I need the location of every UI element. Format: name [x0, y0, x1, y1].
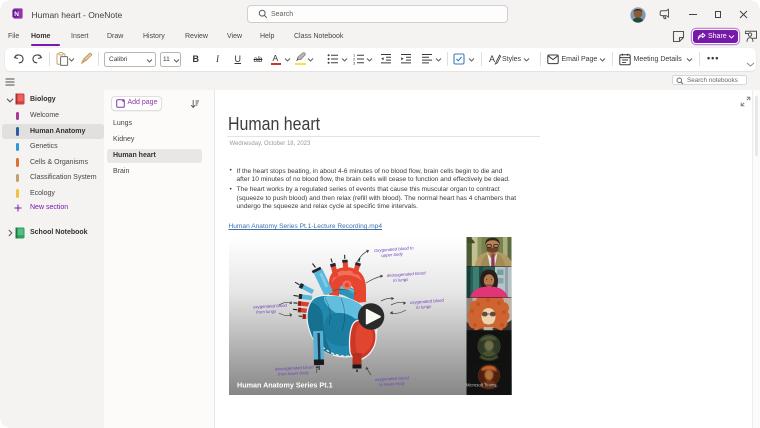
- svg-text:Human Anatomy Series Pt.1: Human Anatomy Series Pt.1: [237, 381, 333, 390]
- svg-text:A: A: [489, 54, 495, 64]
- svg-text:Microsoft Teams: Microsoft Teams: [466, 382, 496, 387]
- svg-text:N: N: [14, 11, 19, 18]
- svg-text:3: 3: [353, 61, 356, 65]
